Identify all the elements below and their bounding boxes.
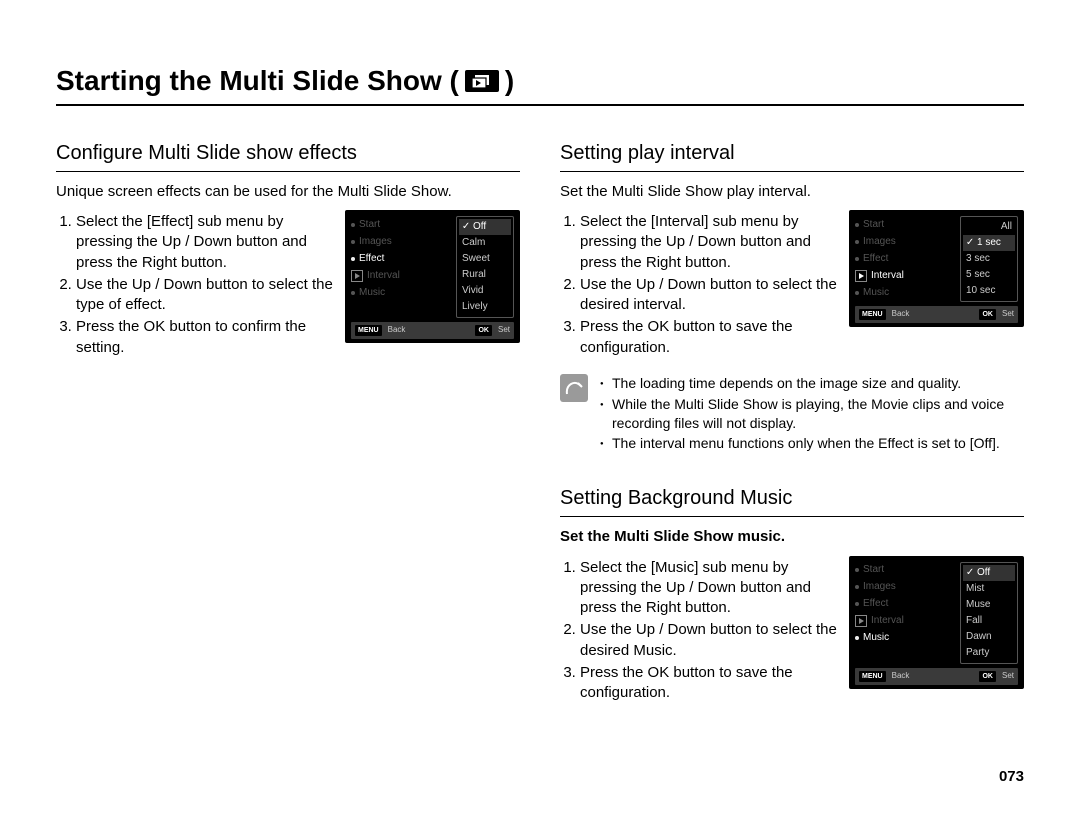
play-icon <box>855 615 867 627</box>
intro-interval: Set the Multi Slide Show play interval. <box>560 182 1024 202</box>
menu-bottom-bar: MENU Back OK Set <box>855 306 1018 323</box>
check-icon: ✓ <box>462 223 470 231</box>
note-2: While the Multi Slide Show is playing, t… <box>600 395 1024 433</box>
step-music-3: Press the OK button to save the configur… <box>580 663 837 704</box>
page-number: 073 <box>999 767 1024 787</box>
note-block: The loading time depends on the image si… <box>560 374 1024 456</box>
step-effects-3: Press the OK button to confirm the setti… <box>76 317 333 358</box>
note-3: The interval menu functions only when th… <box>600 434 1024 453</box>
intro-effects: Unique screen effects can be used for th… <box>56 182 520 202</box>
steps-interval: Select the [Interval] sub menu by pressi… <box>560 212 837 358</box>
menu-bottom-bar: MENU Back OK Set <box>855 668 1018 685</box>
step-interval-3: Press the OK button to save the configur… <box>580 317 837 358</box>
step-music-2: Use the Up / Down button to select the d… <box>580 620 837 661</box>
steps-effects: Select the [Effect] sub menu by pressing… <box>56 212 333 358</box>
check-icon: ✓ <box>966 569 974 577</box>
step-interval-1: Select the [Interval] sub menu by pressi… <box>580 212 837 273</box>
menu-bottom-bar: MENU Back OK Set <box>351 322 514 339</box>
intro-music: Set the Multi Slide Show music. <box>560 527 1024 547</box>
play-icon <box>855 270 867 282</box>
step-effects-2: Use the Up / Down button to select the t… <box>76 275 333 316</box>
title-prefix: Starting the Multi Slide Show ( <box>56 62 459 100</box>
steps-music: Select the [Music] sub menu by pressing … <box>560 558 837 704</box>
heading-effects: Configure Multi Slide show effects <box>56 140 520 172</box>
menu-screenshot-music: Start Images Effect Interval Music ✓Off … <box>849 556 1024 689</box>
note-icon <box>560 374 588 402</box>
check-icon: ✓ <box>966 239 974 247</box>
menu-screenshot-effects: Start Images Effect Interval Music ✓Off … <box>345 210 520 343</box>
slideshow-icon <box>465 70 499 92</box>
heading-interval: Setting play interval <box>560 140 1024 172</box>
menu-screenshot-interval: Start Images Effect Interval Music All ✓… <box>849 210 1024 327</box>
title-suffix: ) <box>505 62 514 100</box>
play-icon <box>351 270 363 282</box>
step-music-1: Select the [Music] sub menu by pressing … <box>580 558 837 619</box>
page-title: Starting the Multi Slide Show ( ) <box>56 62 1024 106</box>
step-interval-2: Use the Up / Down button to select the d… <box>580 275 837 316</box>
heading-music: Setting Background Music <box>560 485 1024 517</box>
step-effects-1: Select the [Effect] sub menu by pressing… <box>76 212 333 273</box>
note-1: The loading time depends on the image si… <box>600 374 1024 393</box>
